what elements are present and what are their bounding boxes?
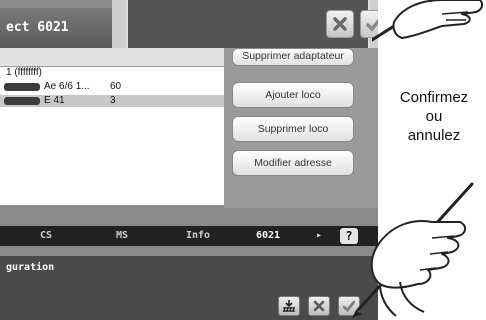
loco-list: 1 (ffffffff) Ae 6/6 1... 60 E 41 3 xyxy=(0,67,224,205)
device-screen: ect 6021 1 (ffffffff) Ae 6/6 1... 60 E 4… xyxy=(0,0,378,320)
instruction-text: Confirmez ou annulez xyxy=(386,88,482,145)
hand-pen-icon xyxy=(372,0,484,42)
tab-info[interactable]: Info xyxy=(186,230,210,241)
instruction-line-1: Confirmez xyxy=(399,89,469,106)
chevron-right-icon[interactable]: ▸ xyxy=(316,230,322,241)
track-icon xyxy=(283,300,295,313)
cancel-button[interactable] xyxy=(308,296,330,316)
list-item[interactable]: Ae 6/6 1... 60 xyxy=(0,81,224,93)
list-header xyxy=(0,48,224,67)
config-label: guration xyxy=(6,262,55,273)
loco-name: E 41 xyxy=(44,95,65,106)
window-title: ect 6021 xyxy=(0,8,112,48)
list-item-selected[interactable]: E 41 3 xyxy=(0,95,224,107)
x-icon xyxy=(313,300,325,312)
list-group-row[interactable]: 1 (ffffffff) xyxy=(0,67,224,79)
tab-bar: CS MS Info 6021 ▸ ? xyxy=(0,226,378,246)
instruction-line-2: ou xyxy=(425,108,443,125)
modify-address-button[interactable]: Modifier adresse xyxy=(232,150,354,176)
remove-loco-button[interactable]: Supprimer loco xyxy=(232,116,354,142)
hand-pen-icon xyxy=(352,182,474,318)
loco-address: 60 xyxy=(110,81,122,92)
track-button[interactable] xyxy=(278,296,300,316)
tab-ms[interactable]: MS xyxy=(116,230,128,241)
loco-name: Ae 6/6 1... xyxy=(44,81,90,92)
loco-image xyxy=(4,97,40,105)
tab-6021[interactable]: 6021 xyxy=(256,230,280,241)
add-loco-button[interactable]: Ajouter loco xyxy=(232,82,354,108)
loco-image xyxy=(4,83,40,91)
group-label: 1 (ffffffff) xyxy=(6,67,42,78)
dialog-cancel-button[interactable] xyxy=(326,10,354,38)
loco-address: 3 xyxy=(110,95,116,106)
instruction-line-3: annulez xyxy=(407,127,461,144)
x-icon xyxy=(333,17,347,31)
bottom-panel: guration xyxy=(0,256,378,320)
tab-cs[interactable]: CS xyxy=(40,230,52,241)
confirm-dialog-body xyxy=(126,0,378,50)
remove-adapter-button[interactable]: Supprimer adaptateur xyxy=(232,48,354,66)
